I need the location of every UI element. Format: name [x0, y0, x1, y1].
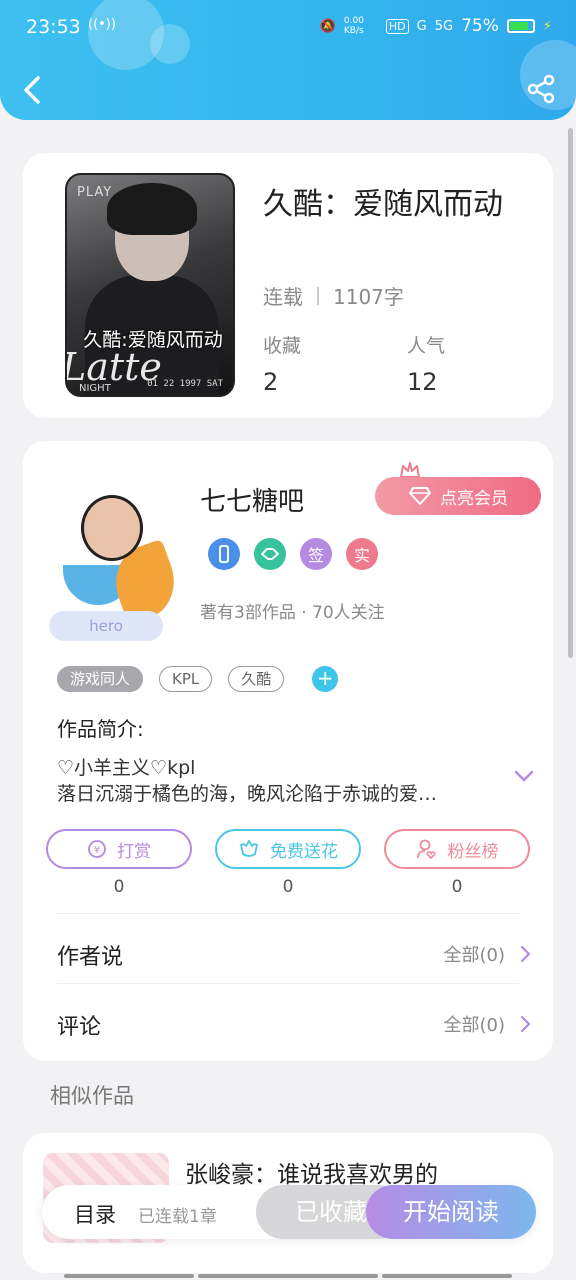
tag-list: 游戏同人 KPL 久酷 +: [57, 666, 339, 692]
similar-work-title: 张峻豪：谁说我喜欢男的: [185, 1162, 438, 1188]
nav-indicator: [198, 1274, 378, 1278]
yen-coin-icon: ¥: [88, 840, 106, 858]
hd-icon: HD: [385, 18, 409, 34]
action-counts: 0 0 0: [46, 877, 530, 897]
author-says-label: 作者说: [57, 945, 124, 970]
chevron-right-icon: [520, 1015, 531, 1033]
signal-5g-icon: 5G: [434, 18, 454, 34]
book-status-line: 连载 1107字: [263, 281, 404, 310]
scrollbar[interactable]: [568, 128, 573, 658]
book-cover[interactable]: PLAY 久酷:爱随风而动 Latte NIGHT 01 22 1997 SAT: [65, 173, 235, 397]
favorites-stat: 收藏 2: [263, 331, 301, 396]
popularity-label: 人气: [407, 335, 446, 357]
nav-indicator: [382, 1274, 512, 1278]
book-title: 久酷：爱随风而动: [263, 187, 503, 222]
send-flower-label: 免费送花: [270, 841, 338, 862]
comments-all: 全部(0): [443, 1015, 506, 1036]
popularity-count: 12: [407, 368, 438, 396]
status-time: 23:53: [26, 16, 81, 38]
divider: [57, 983, 519, 984]
signal-icon: G: [416, 18, 427, 34]
author-avatar[interactable]: [53, 487, 187, 626]
level-badge-icon[interactable]: [208, 538, 240, 570]
back-arrow-icon[interactable]: [18, 70, 48, 110]
favorites-count: 2: [263, 368, 279, 396]
cover-figure-hair: [107, 183, 197, 235]
intro-line: ♡小羊主义♡kpl: [57, 757, 196, 779]
user-heart-icon: [416, 839, 436, 860]
favorites-label: 收藏: [263, 335, 302, 357]
comments-label: 评论: [57, 1015, 102, 1040]
action-buttons: ¥ 打赏 免费送花 粉丝榜: [46, 829, 530, 869]
author-works-summary: 著有3部作品 · 70人关注: [200, 603, 385, 623]
book-info-card: PLAY 久酷:爱随风而动 Latte NIGHT 01 22 1997 SAT…: [23, 153, 553, 418]
tip-button[interactable]: ¥ 打赏: [46, 829, 192, 869]
battery-percent: 75%: [461, 16, 499, 36]
svg-text:¥: ¥: [94, 845, 100, 856]
tag-item[interactable]: 游戏同人: [57, 666, 144, 692]
vip-button-label: 点亮会员: [440, 488, 508, 509]
cover-date-text: 01 22 1997 SAT: [147, 379, 223, 389]
diamond-icon: [409, 487, 431, 505]
intro-label: 作品简介:: [57, 717, 144, 741]
net-speed: 0.00 KB/s: [343, 16, 364, 36]
chapter-count: 已连载1章: [138, 1207, 217, 1227]
vip-button[interactable]: 点亮会员: [375, 477, 541, 515]
battery-icon: [506, 19, 535, 33]
chevron-right-icon: [520, 945, 531, 963]
hotspot-icon: ((•)): [88, 17, 116, 32]
intro-text[interactable]: ♡小羊主义♡kpl 落日沉溺于橘色的海，晚风沦陷于赤诚的爱…: [57, 755, 497, 807]
fan-count: 0: [451, 877, 463, 897]
handshake-badge-icon[interactable]: [254, 538, 286, 570]
mute-icon: 🔕: [319, 18, 336, 34]
tip-button-label: 打赏: [117, 841, 151, 862]
cover-night-text: NIGHT: [79, 383, 111, 394]
author-says-all: 全部(0): [443, 945, 506, 966]
toc-button[interactable]: 目录: [74, 1199, 116, 1229]
author-badges: 签 实: [208, 538, 378, 570]
nav-indicator: [64, 1274, 194, 1278]
charging-icon: ⚡: [542, 18, 552, 34]
status-bar: 23:53 ((•)) 🔕 0.00 KB/s HD G 5G 75% ⚡: [26, 16, 552, 44]
chevron-down-icon[interactable]: [513, 769, 535, 783]
divider: [57, 913, 519, 914]
author-says-row[interactable]: 作者说 全部(0): [57, 933, 531, 973]
tag-item[interactable]: KPL: [159, 666, 213, 692]
tip-count: 0: [113, 877, 125, 897]
start-reading-button[interactable]: 开始阅读: [366, 1185, 536, 1239]
fan-ranking-button[interactable]: 粉丝榜: [384, 829, 530, 869]
status-divider: [317, 286, 319, 305]
fan-ranking-label: 粉丝榜: [447, 841, 499, 862]
tag-item[interactable]: 久酷: [228, 666, 285, 692]
serial-status: 连载: [263, 285, 303, 309]
flower-icon: [240, 840, 258, 857]
cover-play-text: PLAY: [77, 185, 113, 200]
share-icon[interactable]: [526, 74, 556, 104]
add-tag-button[interactable]: +: [312, 666, 339, 692]
bottom-action-bar: 目录 已连载1章 已收藏 开始阅读: [42, 1185, 536, 1239]
similar-works-heading: 相似作品: [50, 1084, 134, 1108]
popularity-stat: 人气 12: [407, 331, 445, 396]
flower-count: 0: [282, 877, 294, 897]
word-count: 1107字: [333, 285, 404, 309]
top-header: 23:53 ((•)) 🔕 0.00 KB/s HD G 5G 75% ⚡: [0, 0, 576, 120]
comments-row[interactable]: 评论 全部(0): [57, 1003, 531, 1043]
author-card: hero 七七糖吧 点亮会员 签 实 著有3部作品 · 70人关注 游戏同人 K…: [23, 441, 553, 1061]
send-flower-button[interactable]: 免费送花: [215, 829, 361, 869]
intro-line: 落日沉溺于橘色的海，晚风沦陷于赤诚的爱…: [57, 783, 438, 805]
signed-badge[interactable]: 签: [300, 538, 332, 570]
hero-badge: hero: [49, 611, 163, 641]
verified-badge[interactable]: 实: [346, 538, 378, 570]
avatar-face: [81, 495, 143, 561]
author-name[interactable]: 七七糖吧: [200, 481, 304, 518]
